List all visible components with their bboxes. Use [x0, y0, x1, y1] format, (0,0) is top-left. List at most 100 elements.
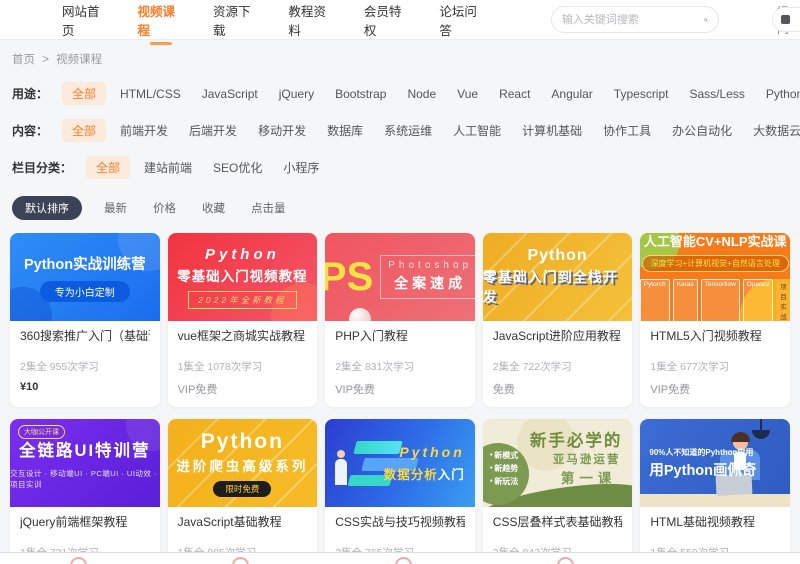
course-banner: Python 进阶爬虫高级系列 限时免费	[168, 419, 318, 507]
banner-bullet: 新模式	[490, 449, 518, 462]
course-price: 免费	[493, 381, 623, 397]
course-meta: 2集全 955次学习	[20, 359, 150, 374]
course-price: ¥10	[20, 381, 150, 393]
banner-subtitle-pill: 专为小白定制	[40, 281, 130, 302]
course-banner: 新模式 新趋势 新玩法 新手必学的 亚马逊运营 第一课	[483, 419, 633, 507]
banner-tag: Pytorch	[640, 279, 669, 321]
course-title: jQuery前端框架教程	[20, 515, 150, 530]
filter-content-all[interactable]: 全部	[62, 119, 106, 142]
filter-content-collab[interactable]: 协作工具	[603, 122, 651, 139]
filter-usage-angular[interactable]: Angular	[551, 87, 592, 101]
course-title: CSS实战与技巧视频教程	[335, 515, 465, 530]
banner-tag: Tensorflow	[701, 279, 740, 321]
filter-content-bigdata[interactable]: 大数据云计算	[753, 122, 800, 139]
filter-usage-bootstrap[interactable]: Bootstrap	[335, 87, 386, 101]
filter-usage-all[interactable]: 全部	[62, 82, 106, 105]
filter-usage-javascript[interactable]: JavaScript	[202, 87, 258, 101]
banner-title: 进阶爬虫高级系列	[176, 455, 308, 475]
nav-item-home[interactable]: 网站首页	[62, 0, 109, 51]
sort-bar: 默认排序 最新 价格 收藏 点击量	[12, 196, 788, 220]
filter-category-all[interactable]: 全部	[86, 156, 130, 179]
course-title: JavaScript进阶应用教程	[493, 329, 623, 344]
banner-title-em: 数据分析	[384, 468, 438, 482]
banner-title: 全链路UI特训营	[19, 437, 151, 461]
nav-item-vip[interactable]: 会员特权	[364, 0, 411, 51]
banner-subtitle: 交互设计 · 移动端UI · PC端UI · UI动效 · 项目实训	[10, 468, 160, 490]
filter-usage-typescript[interactable]: Typescript	[614, 87, 669, 101]
breadcrumb-home[interactable]: 首页	[12, 54, 35, 66]
banner-title: Python实战训练营	[24, 253, 146, 274]
filter-content-ai[interactable]: 人工智能	[453, 122, 501, 139]
user-pill-button[interactable]	[772, 7, 800, 32]
course-meta: 1集全 1078次学习	[178, 359, 308, 374]
sort-price[interactable]: 价格	[153, 200, 176, 216]
course-card[interactable]: 人工智能CV+NLP实战课 深度学习+计算机视觉+自然语言处理 Pytorch …	[640, 233, 790, 407]
mini-app-icon	[781, 15, 790, 24]
filter-content-mobile[interactable]: 移动开发	[258, 122, 306, 139]
filter-row-content: 内容： 全部 前端开发 后端开发 移动开发 数据库 系统运维 人工智能 计算机基…	[10, 112, 790, 149]
course-grid: Python实战训练营 专为小白定制 360搜索推广入门（基础课） 2集全 95…	[10, 233, 790, 564]
filter-usage-sassless[interactable]: Sass/Less	[689, 87, 744, 101]
filter-content-frontend[interactable]: 前端开发	[120, 122, 168, 139]
footer-feature-icon	[232, 557, 249, 564]
course-price: VIP免费	[178, 381, 308, 397]
sort-clicks[interactable]: 点击量	[251, 200, 286, 216]
course-card[interactable]: 大咖公开课 全链路UI特训营 交互设计 · 移动端UI · PC端UI · UI…	[10, 419, 160, 564]
breadcrumb-separator: >	[42, 54, 49, 66]
search-icon[interactable]	[704, 13, 708, 27]
sort-newest[interactable]: 最新	[104, 200, 127, 216]
filter-usage-jquery[interactable]: jQuery	[279, 87, 314, 101]
nav-item-downloads[interactable]: 资源下载	[213, 0, 260, 51]
filter-content-office[interactable]: 办公自动化	[672, 122, 732, 139]
course-banner: 人工智能CV+NLP实战课 深度学习+计算机视觉+自然语言处理 Pytorch …	[640, 233, 790, 321]
course-card[interactable]: Python 进阶爬虫高级系列 限时免费 JavaScript基础教程 1集全 …	[168, 419, 318, 564]
filter-content-backend[interactable]: 后端开发	[189, 122, 237, 139]
search-input[interactable]	[562, 14, 704, 26]
top-navbar: 网站首页 视频课程 资源下载 教程资料 会员特权 论坛问答 提问	[0, 0, 800, 40]
banner-screen-decor	[354, 441, 403, 454]
course-title: HTML5入门视频教程	[650, 329, 780, 344]
banner-subtitle-pill: 深度学习+计算机视觉+自然语言处理	[642, 255, 789, 272]
filter-content-ops[interactable]: 系统运维	[384, 122, 432, 139]
filter-usage-node[interactable]: Node	[407, 87, 436, 101]
course-card[interactable]: 新模式 新趋势 新玩法 新手必学的 亚马逊运营 第一课 CSS层叠样式表基础教程…	[483, 419, 633, 564]
course-card[interactable]: Python 数据分析入门 CSS实战与技巧视频教程 2集全 765次学习 ¥0…	[325, 419, 475, 564]
banner-person-illustration	[335, 459, 347, 485]
banner-python-label: Python	[201, 430, 284, 454]
nav-item-video-courses[interactable]: 视频课程	[137, 0, 184, 51]
course-banner: 90%人不知道的Pyhthon应用 用Python画佩奇	[640, 419, 790, 507]
nav-item-forum[interactable]: 论坛问答	[439, 0, 486, 51]
course-title: CSS层叠样式表基础教程	[493, 515, 623, 530]
filter-usage-react[interactable]: React	[499, 87, 530, 101]
filter-category-seo[interactable]: SEO优化	[213, 159, 262, 176]
filter-usage-python[interactable]: Python	[766, 87, 800, 101]
course-title: PHP入门教程	[335, 329, 465, 344]
course-card[interactable]: PS Photoshop 全案速成 PHP入门教程 2集全 831次学习 VIP…	[325, 233, 475, 407]
sort-default[interactable]: 默认排序	[12, 196, 82, 220]
course-banner: 大咖公开课 全链路UI特训营 交互设计 · 移动端UI · PC端UI · UI…	[10, 419, 160, 507]
banner-tag: Opencv	[743, 279, 773, 321]
banner-badge: 2022年全新教程	[188, 291, 296, 309]
nav-item-tutorials[interactable]: 教程资料	[288, 0, 335, 51]
filter-content-cs-basics[interactable]: 计算机基础	[522, 122, 582, 139]
sort-favorites[interactable]: 收藏	[202, 200, 225, 216]
filter-row-category: 栏目分类： 全部 建站前端 SEO优化 小程序	[10, 149, 790, 186]
banner-title: 人工智能CV+NLP实战课	[644, 233, 787, 250]
course-card[interactable]: Python实战训练营 专为小白定制 360搜索推广入门（基础课） 2集全 95…	[10, 233, 160, 407]
banner-title-line2: 亚马逊运营	[553, 451, 621, 467]
filter-label-category: 栏目分类：	[12, 159, 72, 176]
breadcrumb-current: 视频课程	[56, 54, 102, 66]
banner-ps-logo: PS	[325, 257, 373, 297]
main-nav: 网站首页 视频课程 资源下载 教程资料 会员特权 论坛问答	[62, 0, 487, 51]
filter-content-database[interactable]: 数据库	[327, 122, 363, 139]
filter-usage-htmlcss[interactable]: HTML/CSS	[120, 87, 181, 101]
filter-category-site-frontend[interactable]: 建站前端	[144, 159, 192, 176]
filter-usage-vue[interactable]: Vue	[457, 87, 478, 101]
course-card[interactable]: Python 零基础入门视频教程 2022年全新教程 vue框架之商城实战教程 …	[168, 233, 318, 407]
banner-python-label: Python	[205, 246, 280, 263]
filter-category-miniprogram[interactable]: 小程序	[283, 159, 319, 176]
course-card[interactable]: Python 零基础入门到全栈开发 JavaScript进阶应用教程 2集全 7…	[483, 233, 633, 407]
footer-feature-icon	[557, 557, 574, 564]
filter-label-usage: 用途：	[12, 85, 48, 102]
course-card[interactable]: 90%人不知道的Pyhthon应用 用Python画佩奇 HTML基础视频教程 …	[640, 419, 790, 564]
